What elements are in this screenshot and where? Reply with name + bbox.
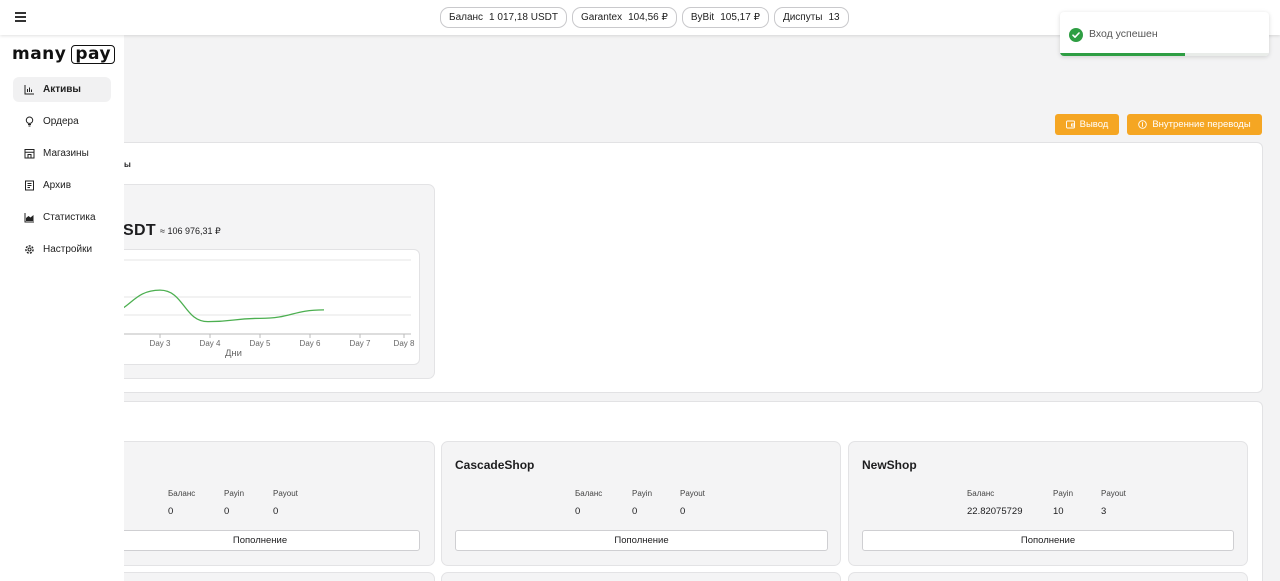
- sidebar-item-assets[interactable]: Активы: [13, 77, 111, 102]
- col-header-payin: Payin: [224, 489, 245, 498]
- sidebar-item-label: Активы: [43, 84, 81, 95]
- toast-progress-bar: [1060, 53, 1186, 56]
- sidebar-item-label: Магазины: [43, 148, 89, 159]
- x-tick-label: Day 3: [150, 339, 171, 348]
- shop-payout: 0: [680, 506, 686, 517]
- internal-transfers-label: Внутренние переводы: [1152, 119, 1251, 130]
- logo[interactable]: many pay: [12, 44, 116, 64]
- chip-label: ByBit: [690, 12, 715, 23]
- bar-chart-icon: [24, 84, 35, 95]
- topup-button[interactable]: Пополнение: [100, 530, 420, 551]
- col-header-balance: Баланс: [575, 489, 603, 498]
- balance-chart-box: Day 3 Day 4 Day 5 Day 6 Day 7 Day 8: [100, 249, 420, 365]
- col-header-payin: Payin: [632, 489, 653, 498]
- shop-card: [441, 572, 841, 581]
- sidebar-item-label: Ордера: [43, 116, 79, 127]
- garantex-chip[interactable]: Garantex 104,56 ₽: [571, 7, 677, 28]
- toast-message: Вход успешен: [1089, 28, 1158, 40]
- shop-payout: 0: [273, 506, 279, 517]
- chip-label: Диспуты: [782, 12, 823, 23]
- sidebar: many pay Активы Ордера Магазины Архив Ст…: [0, 35, 124, 581]
- archive-icon: [24, 180, 35, 191]
- shop-name: NewShop: [862, 458, 917, 472]
- coin-icon: [1138, 120, 1148, 129]
- logo-text: many: [12, 44, 67, 64]
- topup-label: Пополнение: [232, 535, 288, 546]
- sidebar-item-label: Архив: [43, 180, 72, 191]
- sidebar-item-orders[interactable]: Ордера: [13, 109, 111, 134]
- series-line: [100, 289, 325, 323]
- x-tick-label: Day 8: [394, 339, 415, 348]
- balance-chip[interactable]: Баланс 1 017,18 USDT: [440, 7, 567, 28]
- internal-transfers-button[interactable]: Внутренние переводы: [1127, 114, 1262, 135]
- sidebar-item-label: Настройки: [43, 244, 93, 255]
- shop-payin: 10: [1053, 506, 1064, 517]
- chip-value: 105,17 ₽: [720, 12, 760, 23]
- balance-line-chart: Day 3 Day 4 Day 5 Day 6 Day 7 Day 8: [100, 259, 415, 348]
- logo-box: pay: [71, 44, 116, 64]
- area-chart-icon: [24, 212, 35, 223]
- shop-balance: 22.82075729: [967, 506, 1023, 517]
- sidebar-item-statistics[interactable]: Статистика: [13, 205, 111, 230]
- sidebar-item-settings[interactable]: Настройки: [13, 237, 111, 262]
- shop-card: [848, 572, 1248, 581]
- col-header-balance: Баланс: [967, 489, 995, 498]
- usdt-amount: SDT: [123, 222, 156, 239]
- x-axis-label: Дни: [225, 348, 242, 359]
- col-header-payin: Payin: [1053, 489, 1074, 498]
- bybit-chip[interactable]: ByBit 105,17 ₽: [681, 7, 769, 28]
- chip-label: Баланс: [449, 12, 484, 23]
- lightbulb-icon: [24, 116, 35, 127]
- shop-name: CascadeShop: [455, 458, 535, 472]
- col-header-payout: Payout: [680, 489, 705, 498]
- topup-button[interactable]: Пополнение: [455, 530, 828, 551]
- chip-value: 1 017,18 USDT: [489, 12, 558, 23]
- shop-payin: 0: [632, 506, 638, 517]
- shop-balance: 0: [168, 506, 174, 517]
- shop-payout: 3: [1101, 506, 1107, 517]
- col-header-payout: Payout: [1101, 489, 1126, 498]
- x-tick-label: Day 6: [300, 339, 321, 348]
- gear-icon: [24, 244, 35, 255]
- withdraw-button[interactable]: Вывод: [1055, 114, 1119, 135]
- shop-card: [100, 572, 435, 581]
- topup-button[interactable]: Пополнение: [862, 530, 1234, 551]
- header-stats: Баланс 1 017,18 USDT Garantex 104,56 ₽ B…: [440, 7, 849, 28]
- rub-equivalent: ≈ 106 976,31 ₽: [160, 226, 221, 236]
- x-tick-label: Day 7: [350, 339, 371, 348]
- chip-value: 104,56 ₽: [628, 12, 668, 23]
- sidebar-item-label: Статистика: [43, 212, 96, 223]
- wallet-icon: [1065, 120, 1075, 129]
- x-tick-label: Day 5: [250, 339, 271, 348]
- success-toast[interactable]: Вход успешен: [1060, 12, 1269, 56]
- col-header-balance: Баланс: [168, 489, 196, 498]
- topup-label: Пополнение: [1020, 535, 1076, 546]
- check-circle-icon: [1069, 28, 1083, 42]
- shop-balance: 0: [575, 506, 581, 517]
- chip-label: Garantex: [580, 12, 623, 23]
- withdraw-label: Вывод: [1079, 119, 1109, 130]
- section-title: ы: [124, 160, 131, 169]
- shop-payin: 0: [224, 506, 230, 517]
- topup-label: Пополнение: [614, 535, 669, 546]
- sidebar-item-archive[interactable]: Архив: [13, 173, 111, 198]
- chip-value: 13: [828, 12, 840, 23]
- sidebar-nav: Активы Ордера Магазины Архив Статистика: [13, 77, 111, 269]
- store-icon: [24, 148, 35, 159]
- sidebar-item-shops[interactable]: Магазины: [13, 141, 111, 166]
- disputes-chip[interactable]: Диспуты 13: [773, 7, 849, 28]
- hamburger-icon[interactable]: [15, 10, 27, 24]
- x-tick-label: Day 4: [200, 339, 221, 348]
- col-header-payout: Payout: [273, 489, 298, 498]
